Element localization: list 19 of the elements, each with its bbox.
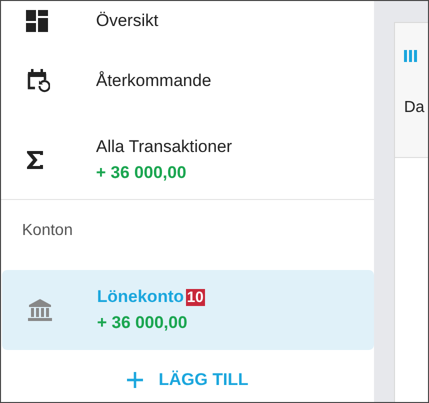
nav-item[interactable]: Översikt [1, 1, 374, 41]
bank-icon [27, 298, 53, 322]
count-badge: 10 [186, 288, 205, 306]
calendar-repeat-icon [26, 68, 50, 94]
account-item[interactable]: Lönekonto 10 + 36 000,00 [2, 270, 374, 350]
amount: + 36 000,00 [97, 313, 188, 333]
nav-label: Alla Transaktioner [96, 137, 232, 157]
nav-label: Återkommande [96, 71, 212, 91]
section-heading: Konton [21, 221, 74, 241]
account-name: Lönekonto [97, 287, 184, 307]
nav-item[interactable]: Alla Transaktioner + 36 000,00 [1, 121, 374, 199]
column-header: Da [404, 99, 426, 117]
nav-item[interactable]: Återkommande [1, 41, 374, 121]
bars-icon [404, 50, 418, 62]
plus-icon [126, 372, 143, 388]
dashboard-icon [26, 10, 48, 32]
sigma-icon [26, 150, 44, 170]
amount: + 36 000,00 [96, 163, 188, 183]
nav-label: Översikt [96, 11, 158, 31]
